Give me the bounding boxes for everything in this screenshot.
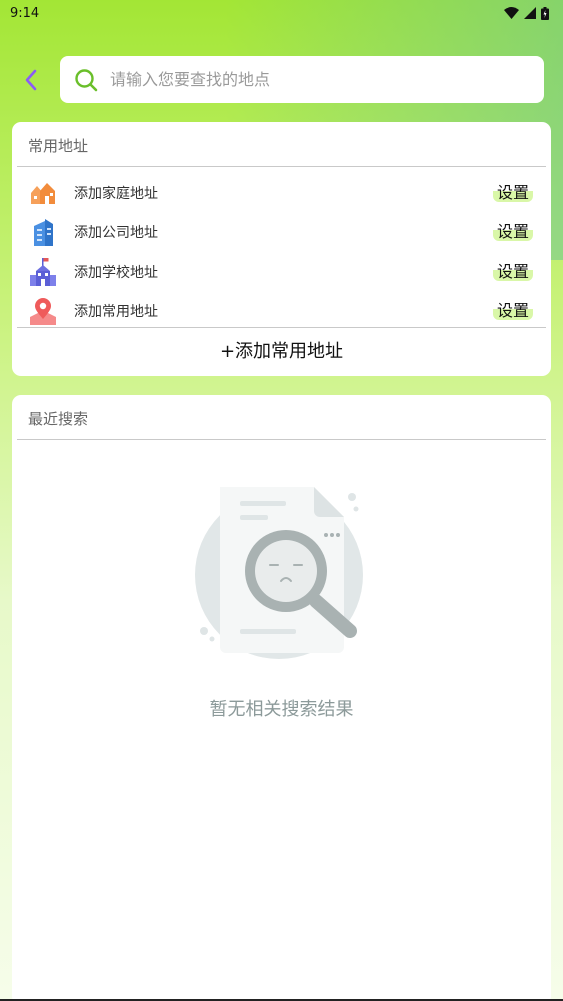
common-addresses-card: 常用地址 添加家庭地址 设置 添加公司地址 设置 添加学校地址 设置 添加常用地…: [12, 122, 551, 376]
address-label: 添加常用地址: [74, 304, 158, 321]
add-common-address-button[interactable]: +添加常用地址: [17, 327, 546, 373]
address-list: 添加家庭地址 设置 添加公司地址 设置 添加学校地址 设置 添加常用地址 设置: [12, 167, 551, 331]
back-button[interactable]: [14, 62, 48, 98]
address-item-common[interactable]: 添加常用地址 设置: [12, 292, 551, 332]
status-bar: 9:14: [0, 0, 563, 26]
office-building-icon: [30, 219, 56, 247]
recent-search-card: 最近搜索 暂无相关搜索结果: [12, 395, 551, 1001]
battery-icon: [541, 6, 549, 20]
recent-search-title: 最近搜索: [17, 395, 546, 440]
common-addresses-title: 常用地址: [17, 122, 546, 167]
empty-search-illustration: [195, 487, 363, 659]
set-office-button[interactable]: 设置: [492, 223, 533, 242]
address-label: 添加家庭地址: [74, 185, 158, 202]
address-item-office[interactable]: 添加公司地址 设置: [12, 213, 551, 253]
set-home-button[interactable]: 设置: [492, 183, 533, 202]
search-icon: [75, 68, 98, 91]
set-common-button[interactable]: 设置: [492, 302, 533, 321]
address-label: 添加学校地址: [74, 264, 158, 281]
search-bar[interactable]: [60, 56, 544, 103]
search-input[interactable]: [110, 70, 490, 89]
empty-state-text: 暂无相关搜索结果: [209, 699, 354, 720]
wifi-icon: [504, 7, 519, 19]
map-pin-icon: [30, 298, 56, 326]
chevron-left-icon: [25, 69, 37, 91]
address-label: 添加公司地址: [74, 225, 158, 242]
home-icon: [30, 180, 56, 206]
school-icon: [30, 257, 56, 286]
status-time: 9:14: [10, 5, 40, 21]
set-school-button[interactable]: 设置: [492, 262, 533, 281]
address-item-school[interactable]: 添加学校地址 设置: [12, 252, 551, 292]
address-item-home[interactable]: 添加家庭地址 设置: [12, 173, 551, 213]
signal-icon: [524, 7, 536, 19]
status-icons: [504, 6, 549, 20]
